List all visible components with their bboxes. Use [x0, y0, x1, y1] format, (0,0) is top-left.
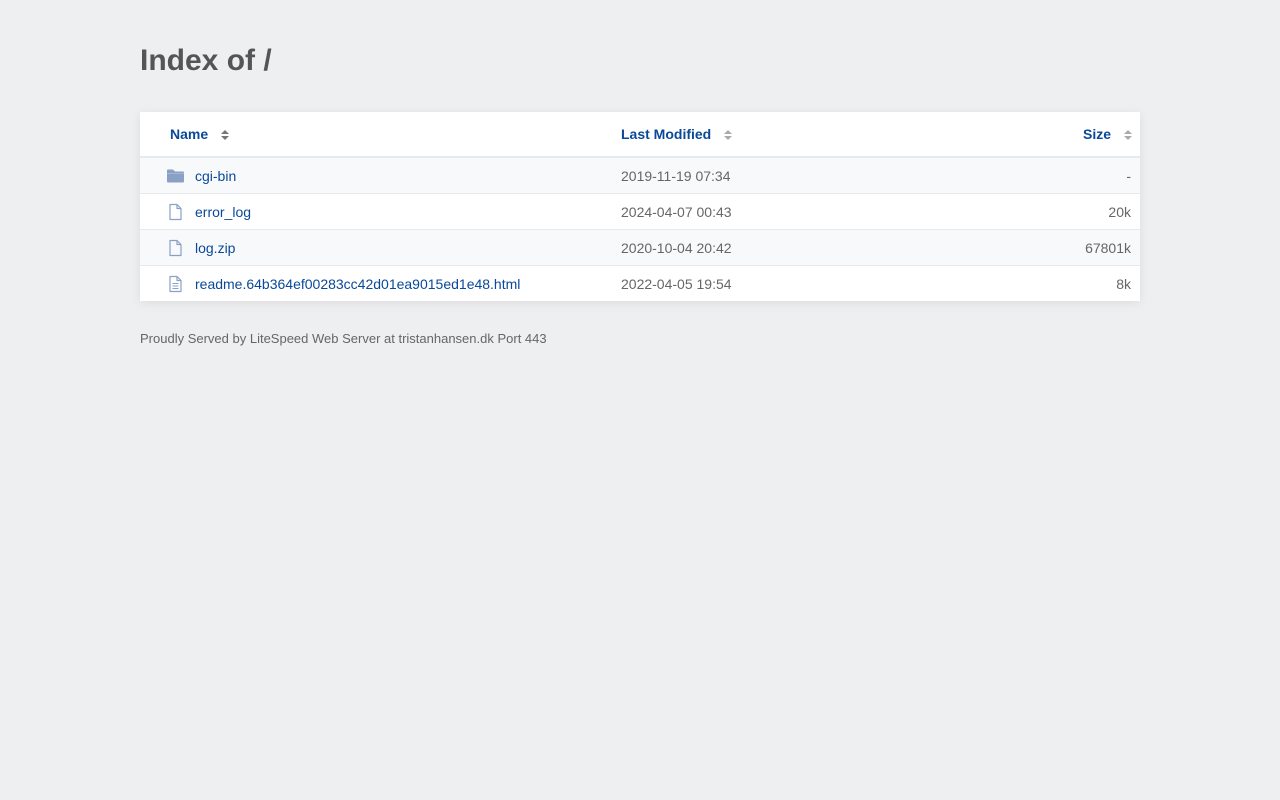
- file-link[interactable]: log.zip: [195, 240, 235, 256]
- folder-icon: [167, 169, 184, 182]
- server-footer: Proudly Served by LiteSpeed Web Server a…: [140, 331, 547, 346]
- sort-by-size-link[interactable]: Size: [1083, 126, 1132, 142]
- sort-icon: [1124, 130, 1132, 140]
- file-size: 67801k: [1085, 239, 1131, 256]
- size-column-label: Size: [1082, 126, 1111, 142]
- table-header: Name Last Modified Size: [140, 112, 1140, 157]
- page-title: Index of /: [140, 44, 272, 77]
- sort-icon: [221, 130, 230, 140]
- file-size: 20k: [1108, 203, 1131, 220]
- sort-icon: [724, 130, 733, 140]
- file-size: 8k: [1116, 275, 1131, 292]
- table-row: readme.64b364ef00283cc42d01ea9015ed1e48.…: [140, 265, 1140, 301]
- file-listing-table: Name Last Modified Size cgi-bin 2019-11-…: [140, 112, 1140, 301]
- text-file-icon: [169, 275, 182, 292]
- file-size: -: [1126, 167, 1131, 184]
- table-row: cgi-bin 2019-11-19 07:34 -: [140, 157, 1140, 193]
- last-modified: 2024-04-07 00:43: [621, 203, 732, 220]
- file-link[interactable]: cgi-bin: [195, 168, 236, 184]
- last-modified: 2019-11-19 07:34: [621, 167, 731, 184]
- table-row: log.zip 2020-10-04 20:42 67801k: [140, 229, 1140, 265]
- file-link[interactable]: readme.64b364ef00283cc42d01ea9015ed1e48.…: [195, 276, 520, 292]
- file-icon: [169, 203, 182, 220]
- table-row: error_log 2024-04-07 00:43 20k: [140, 193, 1140, 229]
- file-icon: [169, 239, 182, 256]
- last-modified-column-label: Last Modified: [621, 126, 712, 142]
- name-column-label: Name: [170, 126, 209, 142]
- sort-by-last-modified-link[interactable]: Last Modified: [621, 126, 733, 142]
- file-link[interactable]: error_log: [195, 204, 251, 220]
- last-modified: 2020-10-04 20:42: [621, 239, 732, 256]
- sort-by-name-link[interactable]: Name: [170, 126, 230, 142]
- last-modified: 2022-04-05 19:54: [621, 275, 732, 292]
